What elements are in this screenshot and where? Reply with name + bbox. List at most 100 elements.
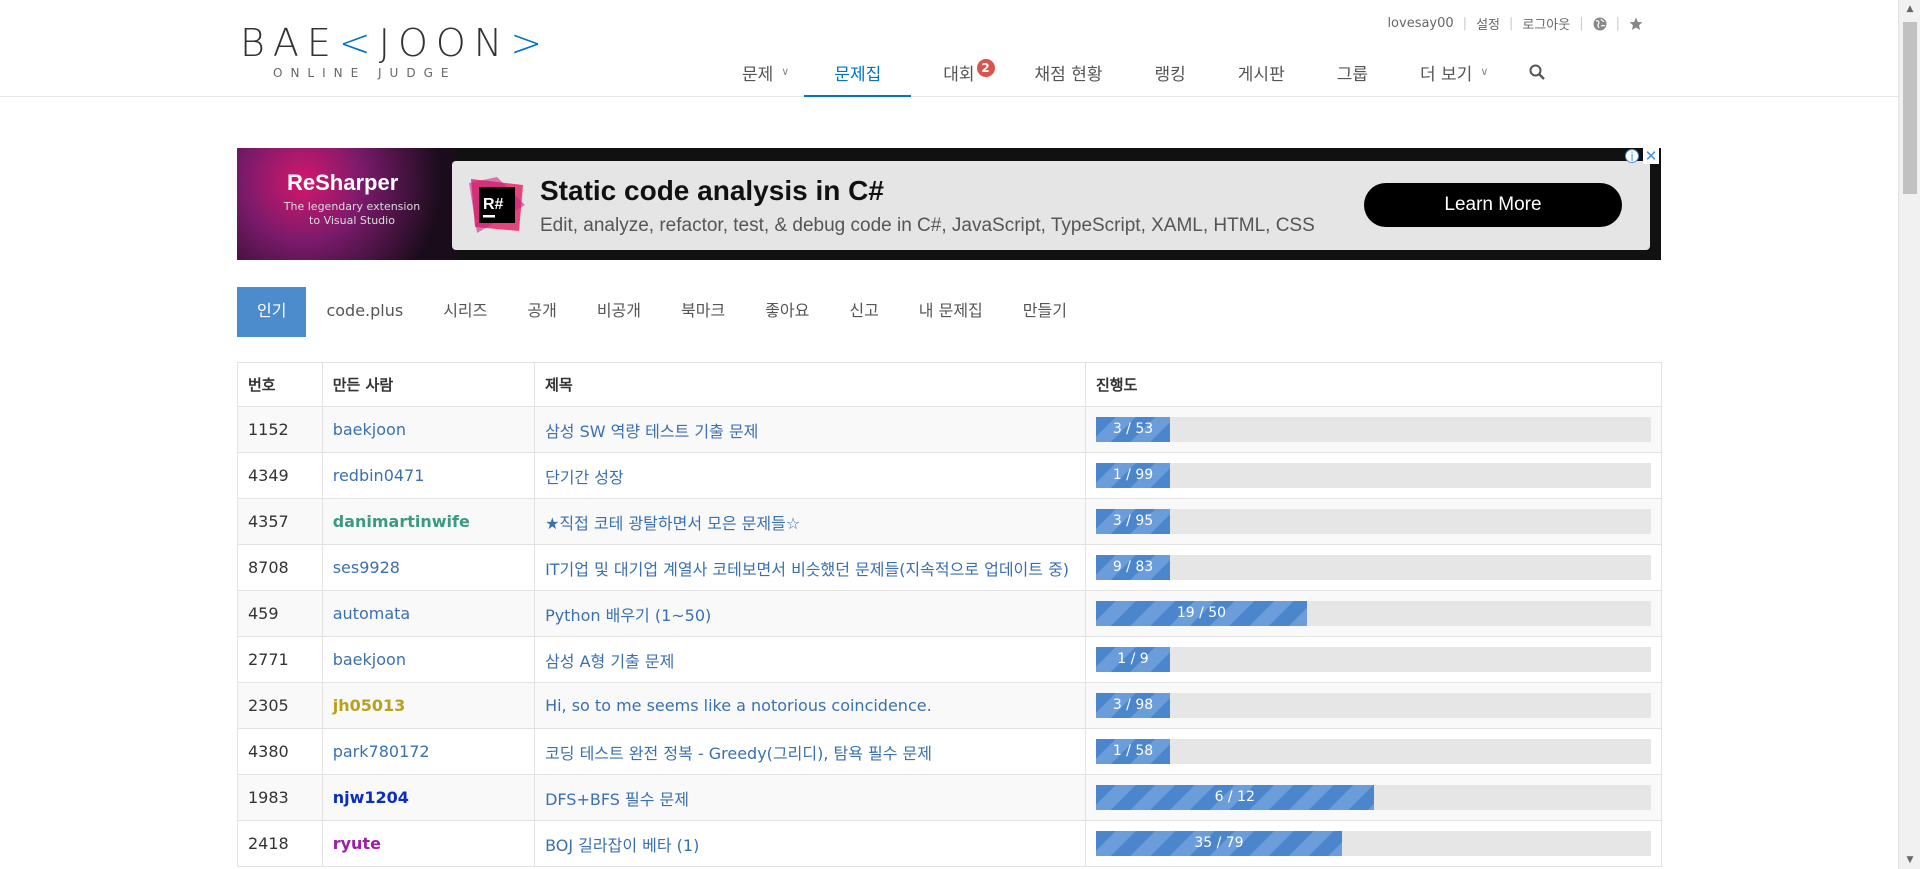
row-author: danimartinwife xyxy=(321,498,536,545)
site-logo[interactable]: BAE<JOON> ONLINE JUDGE xyxy=(240,22,550,82)
tab-my-workbook[interactable]: 내 문제집 xyxy=(899,287,1003,337)
nav-label: 게시판 xyxy=(1237,65,1285,85)
workbook-title-link[interactable]: IT기업 및 대기업 계열사 코테보면서 비슷했던 문제들(지속적으로 업데이트… xyxy=(545,560,1069,579)
row-author: ses9928 xyxy=(321,544,536,591)
close-icon[interactable]: ✕ xyxy=(1643,148,1659,164)
row-author: njw1204 xyxy=(321,774,536,821)
table-header-row: 번호 만든 사람 제목 진행도 xyxy=(237,362,1662,407)
row-author: park780172 xyxy=(321,728,536,775)
tab-create[interactable]: 만들기 xyxy=(1003,287,1087,337)
row-progress: 6 / 12 xyxy=(1085,774,1662,821)
table-row: 4380 park780172 코딩 테스트 완전 정복 - Greedy(그리디)… xyxy=(237,728,1662,775)
row-num: 2418 xyxy=(237,820,323,867)
workbook-title-link[interactable]: DFS+BFS 필수 문제 xyxy=(545,790,689,809)
workbook-title-link[interactable]: 코딩 테스트 완전 정복 - Greedy(그리디), 탐욕 필수 문제 xyxy=(545,744,932,763)
workbook-title-link[interactable]: Python 배우기 (1~50) xyxy=(545,606,711,625)
author-link[interactable]: ryute xyxy=(333,834,381,853)
logout-link[interactable]: 로그아웃 xyxy=(1522,14,1570,33)
tab-popular[interactable]: 인기 xyxy=(237,287,307,337)
user-link[interactable]: lovesay00 xyxy=(1387,16,1453,31)
header-author: 만든 사람 xyxy=(321,362,536,407)
author-link[interactable]: automata xyxy=(333,604,410,623)
progress-bar: 19 / 50 xyxy=(1096,601,1651,626)
tab-private[interactable]: 비공개 xyxy=(577,287,661,337)
workbook-title-link[interactable]: 삼성 A형 기출 문제 xyxy=(545,652,674,671)
nav-search[interactable] xyxy=(1514,54,1560,97)
chevron-down-icon: ∨ xyxy=(781,65,790,78)
tab-public[interactable]: 공개 xyxy=(507,287,576,337)
divider: | xyxy=(1508,16,1514,31)
nav-more[interactable]: 더 보기 ∨ xyxy=(1394,54,1514,97)
author-link[interactable]: baekjoon xyxy=(333,420,406,439)
progress-bar: 1 / 99 xyxy=(1096,463,1651,488)
row-num: 2771 xyxy=(237,636,323,683)
progress-text: 19 / 50 xyxy=(1176,605,1227,621)
learn-more-button[interactable]: Learn More xyxy=(1364,183,1622,227)
workbook-title-link[interactable]: 단기간 성장 xyxy=(545,468,624,487)
nav-ranking[interactable]: 랭킹 xyxy=(1129,54,1212,97)
globe-icon[interactable] xyxy=(1593,17,1607,31)
workbook-title-link[interactable]: ★직접 코테 광탈하면서 모은 문제들☆ xyxy=(545,514,800,533)
scrollbar[interactable]: ▲ ▼ xyxy=(1898,0,1920,869)
row-num: 2305 xyxy=(237,682,323,729)
table-row: 459 automata Python 배우기 (1~50) 19 / 50 xyxy=(237,590,1662,637)
scroll-thumb[interactable] xyxy=(1903,22,1917,194)
resharper-logo: R# xyxy=(467,175,527,235)
nav-problems[interactable]: 문제 ∨ xyxy=(727,54,804,97)
author-link[interactable]: danimartinwife xyxy=(333,512,470,531)
author-link[interactable]: baekjoon xyxy=(333,650,406,669)
row-progress: 3 / 95 xyxy=(1085,498,1662,545)
workbook-title-link[interactable]: BOJ 길라잡이 베타 (1) xyxy=(545,836,699,855)
table-row: 8708 ses9928 IT기업 및 대기업 계열사 코테보면서 비슷했던 문제들… xyxy=(237,544,1662,591)
nav-label: 랭킹 xyxy=(1154,65,1186,85)
ad-info-icon[interactable]: i xyxy=(1625,149,1639,164)
advertisement[interactable]: ReSharper The legendary extension to Vis… xyxy=(237,148,1661,260)
progress-text: 1 / 58 xyxy=(1112,743,1154,759)
ad-left-subtitle: The legendary extension to Visual Studio xyxy=(283,200,421,227)
nav-contest[interactable]: 대회 2 xyxy=(911,54,1008,97)
author-link[interactable]: jh05013 xyxy=(333,696,406,715)
nav-status[interactable]: 채점 현황 xyxy=(1009,54,1129,97)
star-icon[interactable] xyxy=(1629,17,1643,31)
nav-board[interactable]: 게시판 xyxy=(1212,54,1311,97)
main-nav: 문제 ∨ 문제집 대회 2 채점 현황 랭킹 게시판 그룹 더 보기 ∨ xyxy=(727,54,1560,97)
nav-group[interactable]: 그룹 xyxy=(1311,54,1394,97)
header: BAE<JOON> ONLINE JUDGE lovesay00 | 설정 | … xyxy=(0,0,1898,97)
workbook-tabs: 인기 code.plus 시리즈 공개 비공개 북마크 좋아요 신고 내 문제집… xyxy=(237,287,1087,337)
nav-label: 대회 xyxy=(943,65,975,85)
nav-workbook[interactable]: 문제집 xyxy=(804,54,912,97)
progress-bar: 3 / 95 xyxy=(1096,509,1651,534)
row-author: redbin0471 xyxy=(321,452,536,499)
workbook-title-link[interactable]: 삼성 SW 역량 테스트 기출 문제 xyxy=(545,422,758,441)
author-link[interactable]: njw1204 xyxy=(333,788,409,807)
tab-series[interactable]: 시리즈 xyxy=(423,287,507,337)
tab-code-plus[interactable]: code.plus xyxy=(306,287,423,337)
scroll-up-arrow[interactable]: ▲ xyxy=(1899,0,1920,18)
tab-bookmark[interactable]: 북마크 xyxy=(661,287,745,337)
settings-link[interactable]: 설정 xyxy=(1476,14,1500,33)
divider: | xyxy=(1615,16,1620,31)
row-author: jh05013 xyxy=(321,682,536,729)
header-progress: 진행도 xyxy=(1085,362,1662,407)
author-link[interactable]: ses9928 xyxy=(333,558,400,577)
row-author: automata xyxy=(321,590,536,637)
progress-text: 35 / 79 xyxy=(1194,835,1244,851)
workbook-title-link[interactable]: Hi, so to me seems like a notorious coin… xyxy=(545,696,932,715)
row-num: 4357 xyxy=(237,498,323,545)
row-num: 8708 xyxy=(237,544,323,591)
tab-like[interactable]: 좋아요 xyxy=(745,287,829,337)
row-progress: 35 / 79 xyxy=(1085,820,1662,867)
tab-report[interactable]: 신고 xyxy=(829,287,898,337)
workbook-table: 번호 만든 사람 제목 진행도 1152 baekjoon 삼성 SW 역량 테스트… xyxy=(237,362,1662,867)
author-link[interactable]: park780172 xyxy=(333,742,430,761)
author-link[interactable]: redbin0471 xyxy=(333,466,425,485)
header-num: 번호 xyxy=(237,362,323,407)
progress-text: 1 / 9 xyxy=(1117,651,1149,667)
table-row: 2771 baekjoon 삼성 A형 기출 문제 1 / 9 xyxy=(237,636,1662,683)
progress-text: 1 / 99 xyxy=(1112,467,1154,483)
progress-bar: 1 / 9 xyxy=(1096,647,1651,672)
row-progress: 19 / 50 xyxy=(1085,590,1662,637)
top-links: lovesay00 | 설정 | 로그아웃 | | xyxy=(1387,14,1643,33)
nav-label: 문제집 xyxy=(834,65,882,85)
scroll-down-arrow[interactable]: ▼ xyxy=(1899,851,1920,869)
